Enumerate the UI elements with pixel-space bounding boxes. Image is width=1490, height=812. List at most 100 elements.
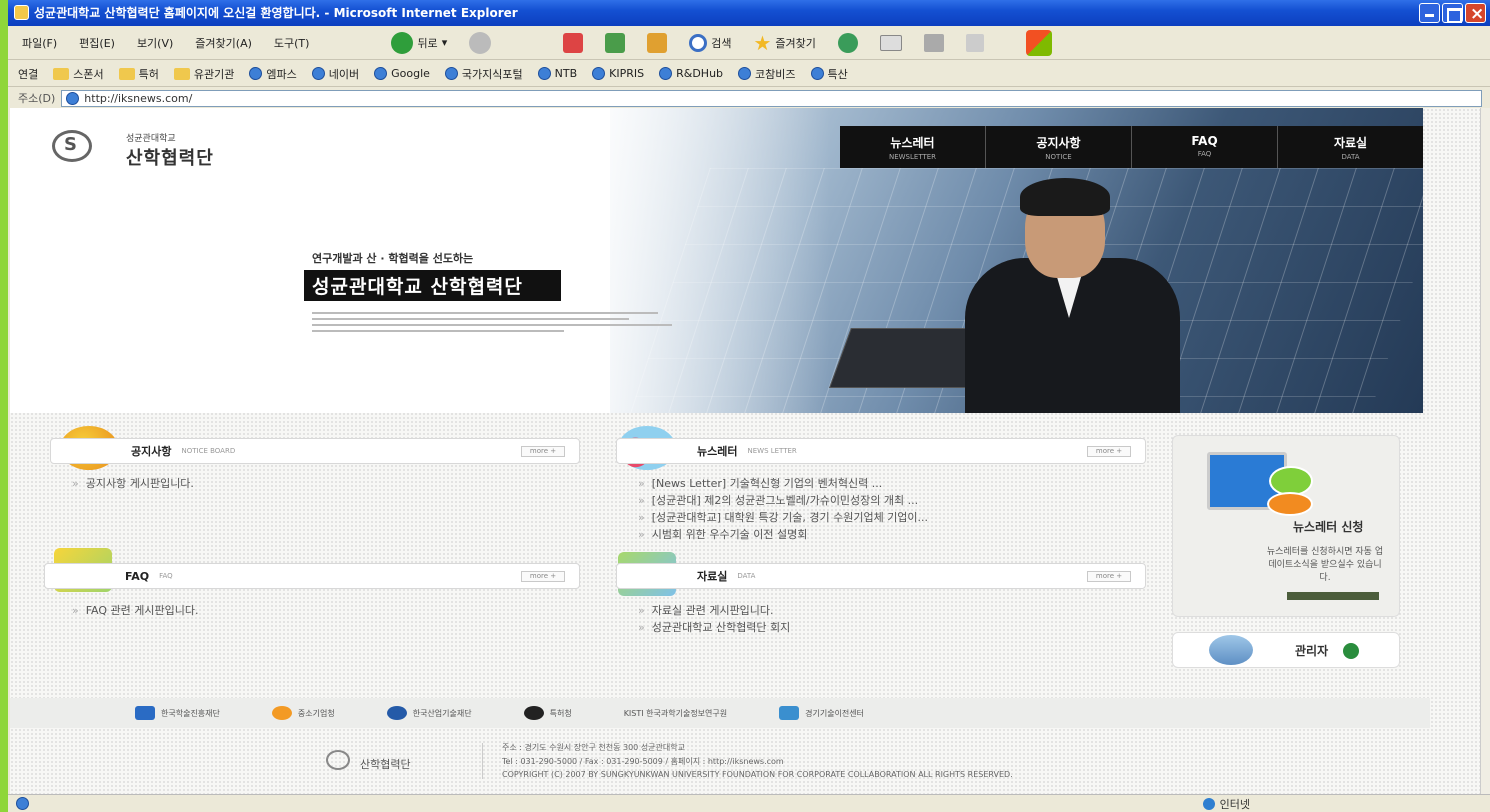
partner-logo[interactable]: 중소기업청 (271, 706, 335, 720)
newsletter-item[interactable]: [성균관대] 제2의 성균관그노벨레/가슈이민성장의 개최 ... (638, 492, 918, 508)
minimize-button[interactable] (1419, 3, 1440, 23)
link-item[interactable]: NTB (537, 67, 577, 80)
top-navigation: 뉴스레터 NEWSLETTER 공지사항 NOTICE FAQ FAQ 자료실 DATA (840, 126, 1423, 168)
partner-logo[interactable]: KISTI 한국과학기술정보연구원 (624, 708, 727, 719)
stop-icon[interactable] (563, 32, 584, 53)
ie-app-icon (14, 5, 29, 20)
data-title: 자료실 (697, 570, 728, 583)
link-item[interactable]: 특허 (118, 66, 159, 82)
admin-go-icon[interactable] (1343, 643, 1359, 659)
newsletter-item[interactable]: [News Letter] 기술혁신형 기업의 벤처혁신력 ... (638, 475, 882, 491)
partner-label: KISTI 한국과학기술정보연구원 (623, 708, 728, 718)
link-item[interactable]: 엠파스 (249, 66, 297, 82)
nav-notice[interactable]: 공지사항 NOTICE (986, 126, 1132, 168)
address-url: http://iksnews.com/ (84, 91, 193, 105)
back-button[interactable]: 뒤로 ▾ (391, 31, 447, 54)
menu-edit[interactable]: 편집(E) (79, 35, 115, 51)
menu-favorites[interactable]: 즐겨찾기(A) (195, 35, 252, 51)
ie-page-icon (311, 67, 325, 80)
hero-banner: 성균관대학교 산학협력단 뉴스레터 NEWSLETTER 공지사항 NOTICE F… (10, 108, 1423, 413)
folder-icon (53, 67, 70, 80)
link-item[interactable]: 유관기관 (173, 66, 235, 82)
favorites-button[interactable]: ★ 즐겨찾기 (753, 31, 815, 55)
data-item[interactable]: 자료실 관련 게시판입니다. (638, 602, 774, 618)
vertical-scrollbar[interactable] (1480, 108, 1490, 794)
refresh-icon[interactable] (605, 32, 626, 53)
link-label: 엠파스 (266, 67, 297, 81)
partner-mark-icon (386, 706, 407, 720)
link-label: KIPRIS (609, 67, 645, 80)
title-bar[interactable]: 성균관대학교 산학협력단 홈페이지에 오신걸 환영합니다. - Microsof… (8, 0, 1490, 26)
edit-page-icon[interactable] (965, 33, 984, 52)
nav-newsletter[interactable]: 뉴스레터 NEWSLETTER (840, 126, 986, 168)
link-label: 코참비즈 (755, 67, 796, 81)
data-more-button[interactable]: more + (1087, 571, 1131, 582)
logo-title[interactable]: 산학협력단 (126, 144, 214, 170)
links-bar: 연결 스폰서 특허 유관기관 엠파스 네이버 Google 국가지식포털 NTB… (8, 61, 1490, 87)
faq-item[interactable]: FAQ 관련 게시판입니다. (72, 602, 199, 618)
footer-logo-icon (326, 750, 350, 770)
link-item[interactable]: 특산 (810, 66, 848, 82)
address-label: 주소(D) (18, 92, 56, 105)
notice-board-header[interactable]: 공지사항 NOTICE BOARD more + (50, 438, 580, 464)
nav-faq[interactable]: FAQ FAQ (1132, 126, 1278, 168)
footer-name: 산학협력단 (360, 758, 411, 771)
search-button[interactable]: 검색 (689, 33, 731, 52)
menu-file[interactable]: 파일(F) (22, 35, 57, 51)
menu-tools[interactable]: 도구(T) (274, 35, 310, 51)
footer-divider (482, 743, 483, 779)
ie-page-icon (66, 91, 80, 105)
link-item[interactable]: 국가지식포털 (444, 66, 523, 82)
search-icon (689, 33, 708, 52)
forward-arrow-icon[interactable] (469, 31, 492, 54)
link-item[interactable]: R&DHub (659, 67, 723, 80)
newsletter-signup-button[interactable] (1287, 592, 1379, 600)
partner-logo[interactable]: 한국산업기술재단 (386, 706, 472, 720)
admin-box[interactable]: 관리자 (1172, 632, 1400, 668)
notice-item[interactable]: 공지사항 게시판입니다. (72, 475, 194, 491)
partner-label: 한국학술진흥재단 (161, 708, 220, 718)
newsletter-board-header[interactable]: 뉴스레터 NEWS LETTER more + (616, 438, 1146, 464)
partner-label: 특허청 (549, 708, 572, 718)
data-board-header[interactable]: 자료실 DATA more + (616, 563, 1146, 589)
link-item[interactable]: 코참비즈 (738, 66, 796, 82)
footer-contact: Tel : 031-290-5000 / Fax : 031-290-5009 … (502, 757, 784, 766)
link-label: 국가지식포털 (461, 67, 523, 81)
nav-data[interactable]: 자료실 DATA (1278, 126, 1423, 168)
window-controls (1419, 1, 1486, 26)
ie-page-icon (738, 67, 752, 80)
faq-more-button[interactable]: more + (521, 571, 565, 582)
data-item[interactable]: 성균관대학교 산학협력단 회지 (638, 619, 791, 635)
newsletter-item[interactable]: [성균관대학교] 대학원 특강 기술, 경기 수원기업체 기업이... (638, 509, 928, 525)
link-label: 스폰서 (73, 67, 104, 81)
newsletter-signup-box[interactable]: 뉴스레터 신청 뉴스레터를 신청하시면 자동 업데이트소식을 받으실수 있습니다… (1172, 435, 1400, 617)
faq-board-header[interactable]: FAQ FAQ more + (44, 563, 580, 589)
nav-sublabel: FAQ (1197, 150, 1212, 158)
mail-icon[interactable] (879, 34, 902, 51)
link-item[interactable]: 스폰서 (53, 66, 104, 82)
university-logo-icon[interactable] (52, 130, 92, 162)
print-icon[interactable] (923, 33, 944, 52)
partner-mark-icon (271, 706, 292, 720)
history-icon[interactable] (837, 32, 858, 53)
address-input[interactable]: http://iksnews.com/ (61, 89, 1482, 107)
slogan-body (312, 308, 672, 336)
partner-logo[interactable]: 한국학술진흥재단 (135, 706, 220, 720)
close-button[interactable] (1465, 1, 1486, 26)
home-icon[interactable] (647, 32, 668, 53)
ie-page-icon (592, 67, 606, 80)
newsletter-title: 뉴스레터 (697, 445, 738, 458)
nav-sublabel: DATA (1341, 153, 1360, 161)
notice-more-button[interactable]: more + (521, 446, 565, 457)
newsletter-more-button[interactable]: more + (1087, 446, 1131, 457)
partner-logo[interactable]: 경기기술이전센터 (779, 706, 864, 720)
partner-logo[interactable]: 특허청 (523, 706, 572, 720)
logo-subtitle: 성균관대학교 (126, 134, 176, 144)
link-item[interactable]: KIPRIS (592, 67, 644, 80)
link-label: 유관기관 (193, 67, 235, 81)
menu-view[interactable]: 보기(V) (137, 35, 173, 51)
link-item[interactable]: Google (374, 67, 430, 80)
link-item[interactable]: 네이버 (311, 66, 359, 82)
newsletter-item[interactable]: 시범회 위한 우수기술 이전 설명회 (638, 526, 808, 542)
maximize-button[interactable] (1442, 3, 1463, 23)
